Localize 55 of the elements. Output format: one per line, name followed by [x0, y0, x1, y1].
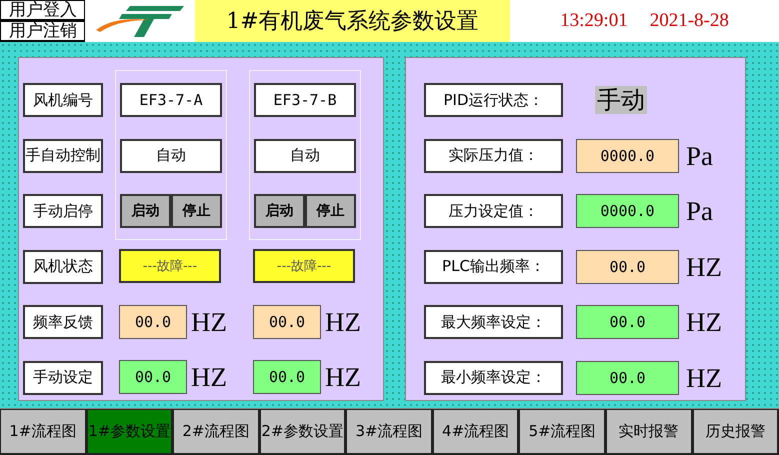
unit-label: Pa: [686, 195, 713, 228]
row-label: PID运行状态：: [424, 83, 563, 117]
unit-label: Pa: [686, 140, 713, 172]
input-field[interactable]: 0000.0: [576, 194, 679, 228]
nav-tab[interactable]: 4#流程图: [432, 409, 520, 455]
status-display: ---故障---: [253, 249, 355, 283]
unit-label: HZ: [325, 306, 361, 338]
row-label: 手动启停: [23, 194, 103, 228]
row-label: 手动设定: [23, 360, 103, 394]
clock-time: 13:29:01: [560, 10, 628, 32]
nav-tab[interactable]: 2#流程图: [173, 409, 260, 455]
fan-id-display: EF3-7-A: [120, 83, 222, 117]
row-label: 风机状态: [23, 250, 103, 284]
input-field[interactable]: 00.0: [253, 360, 321, 394]
page-title: 1#有机废气系统参数设置: [195, 0, 510, 42]
stop-button[interactable]: 停止: [305, 194, 356, 228]
mode-button[interactable]: 自动: [254, 138, 356, 172]
nav-tab[interactable]: 3#流程图: [346, 409, 433, 455]
nav-tab[interactable]: 5#流程图: [519, 409, 606, 455]
unit-label: HZ: [191, 306, 227, 338]
row-label: 手自动控制: [23, 138, 103, 172]
value-display: 0000.0: [576, 138, 679, 172]
status-display: ---故障---: [119, 249, 221, 283]
unit-label: HZ: [686, 306, 722, 339]
user-button[interactable]: 用户注销: [0, 21, 85, 42]
nav-tab[interactable]: 1#流程图: [0, 409, 87, 455]
unit-label: HZ: [686, 250, 722, 284]
nav-tab[interactable]: 实时报警: [606, 409, 692, 455]
nav-tab[interactable]: 历史报警: [692, 409, 779, 455]
value-display: 00.0: [119, 304, 187, 338]
row-label: 最大频率设定：: [424, 305, 563, 339]
row-label: 实际压力值：: [424, 138, 563, 172]
start-button[interactable]: 启动: [120, 194, 171, 228]
row-label: 压力设定值：: [424, 194, 563, 228]
row-label: 最小频率设定：: [424, 360, 563, 394]
value-display: 00.0: [253, 304, 321, 338]
nav-tab[interactable]: 2#参数设置: [260, 409, 346, 455]
pid-state-display: 手动: [595, 86, 647, 114]
nav-tab[interactable]: 1#参数设置: [86, 409, 174, 455]
row-label: PLC输出频率：: [424, 250, 563, 284]
start-button[interactable]: 启动: [254, 194, 305, 228]
unit-label: HZ: [191, 361, 227, 394]
stop-button[interactable]: 停止: [171, 194, 222, 228]
input-field[interactable]: 00.0: [576, 305, 679, 339]
input-field[interactable]: 00.0: [119, 360, 187, 394]
value-display: 00.0: [576, 250, 679, 284]
input-field[interactable]: 00.0: [576, 360, 679, 394]
mode-button[interactable]: 自动: [120, 138, 222, 172]
user-button[interactable]: 用户登入: [0, 0, 85, 21]
fan-id-display: EF3-7-B: [254, 83, 356, 117]
row-label: 风机编号: [23, 83, 103, 117]
clock-date: 2021-8-28: [650, 10, 729, 32]
unit-label: HZ: [325, 361, 361, 394]
row-label: 频率反馈: [23, 305, 103, 339]
unit-label: HZ: [686, 362, 722, 394]
